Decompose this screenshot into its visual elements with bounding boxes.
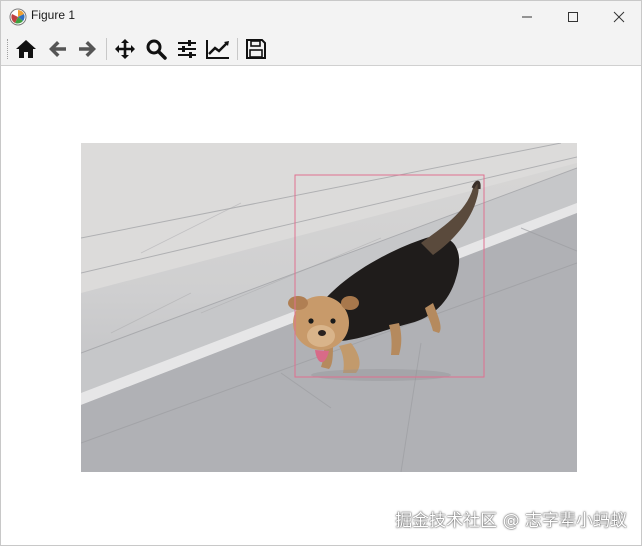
home-button[interactable] [12,35,40,63]
minimize-button[interactable] [504,1,550,33]
matplotlib-app-icon [9,8,27,26]
toolbar-separator [106,38,107,60]
maximize-button[interactable] [550,1,596,33]
configure-subplots-button[interactable] [173,35,201,63]
zoom-button[interactable] [142,35,170,63]
watermark: 掘金技术社区 @ 志字辈小蚂蚁 [395,511,627,531]
pan-button[interactable] [111,35,139,63]
toolbar-separator [237,38,238,60]
save-button[interactable] [242,35,270,63]
forward-arrow-icon [79,41,96,57]
window-title: Figure 1 [31,8,76,22]
forward-button[interactable] [74,35,102,63]
maximize-icon [568,12,578,22]
close-icon [613,11,625,23]
navigation-toolbar [1,33,641,66]
close-button[interactable] [596,1,642,33]
dog-photo [81,143,577,472]
save-floppy-icon [246,39,266,59]
minimize-icon [522,16,532,18]
configure-subplots-icon [178,40,196,58]
back-button[interactable] [43,35,71,63]
pan-move-icon [115,39,135,59]
title-bar[interactable]: Figure 1 [1,1,641,33]
back-arrow-icon [49,41,66,57]
figure-window: Figure 1 掘金技术社区 @ 志字辈小蚂蚁 [0,0,642,546]
home-icon [16,40,36,58]
zoom-magnifier-icon [146,39,167,60]
edit-axis-button[interactable] [204,35,232,63]
toolbar-grip[interactable] [7,39,10,59]
edit-axis-icon [206,40,229,59]
figure-canvas[interactable]: 掘金技术社区 @ 志字辈小蚂蚁 [1,66,641,545]
